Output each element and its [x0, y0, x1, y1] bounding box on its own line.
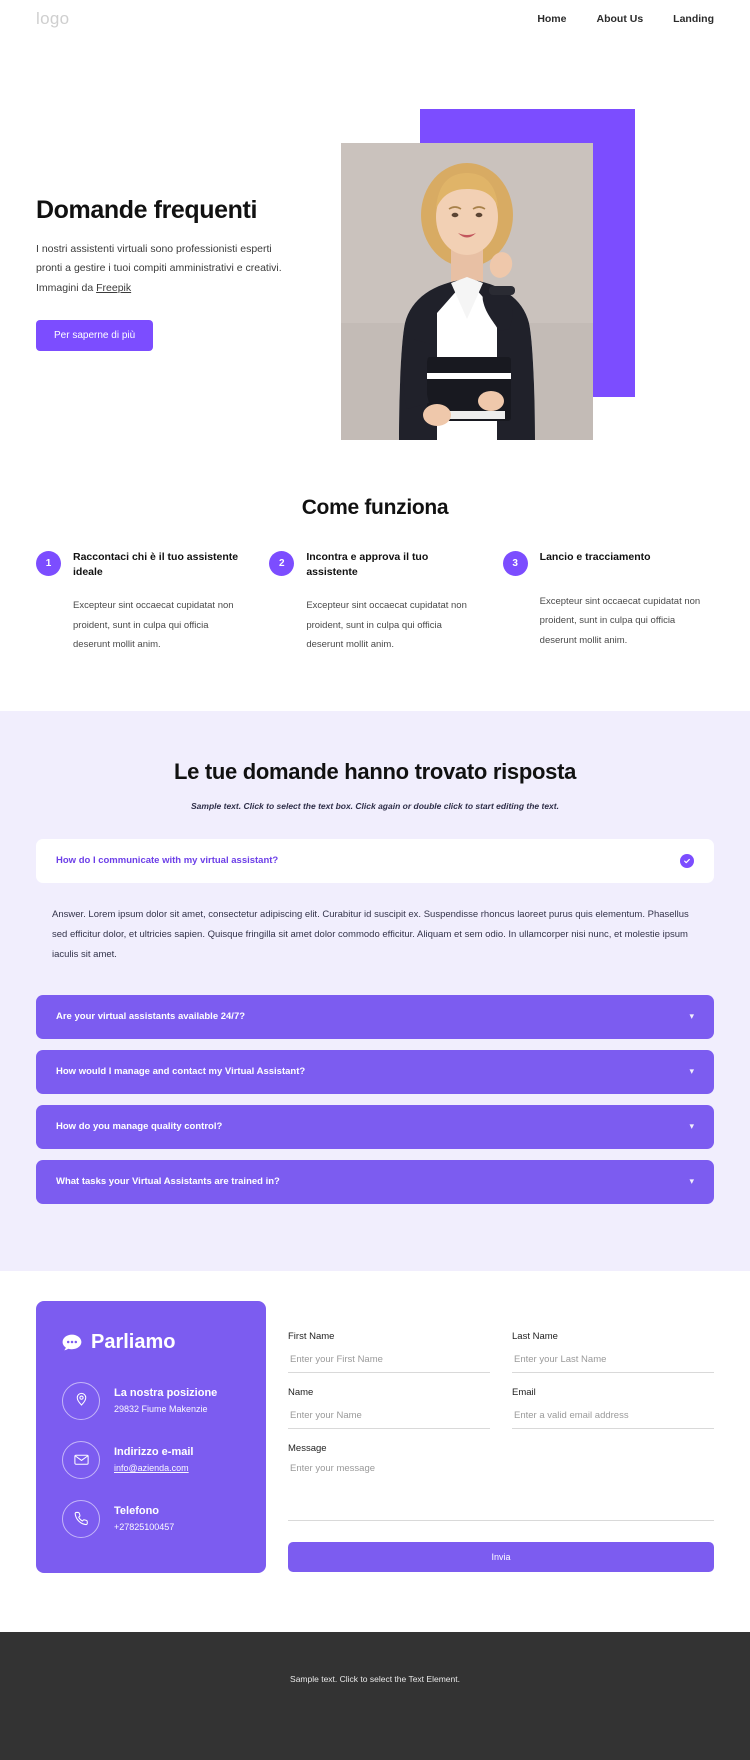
step-item: 3 Lancio e tracciamento Excepteur sint o…	[502, 550, 714, 655]
phone-icon	[62, 1499, 100, 1538]
step-item: 2 Incontra e approva il tuo assistente E…	[269, 550, 480, 655]
accordion-question: How do I communicate with my virtual ass…	[56, 855, 279, 867]
contact-info-title: Telefono	[114, 1505, 160, 1518]
chevron-down-icon[interactable]: ▾	[689, 1122, 694, 1131]
accordion-question: How would I manage and contact my Virtua…	[56, 1066, 306, 1078]
logo[interactable]: logo	[36, 9, 69, 29]
email-label: Email	[512, 1386, 536, 1398]
step-body: Excepteur sint occaecat cupidatat non pr…	[306, 600, 467, 651]
name-label: Name	[288, 1386, 314, 1398]
steps-list: 1 Raccontaci chi è il tuo assistente ide…	[36, 550, 714, 655]
accordion-item-open[interactable]: How do I communicate with my virtual ass…	[36, 838, 714, 883]
footer-text: Sample text. Click to select the Text El…	[290, 1674, 460, 1684]
contact-info-item: Indirizzo e-mail info@azienda.com	[62, 1440, 240, 1479]
step-title: Raccontaci chi è il tuo assistente ideal…	[73, 551, 239, 579]
contact-info-value: 29832 Fiume Makenzie	[114, 1404, 208, 1415]
learn-more-button[interactable]: Per saperne di più	[36, 320, 154, 352]
hero-text-block: Domande frequenti I nostri assistenti vi…	[36, 196, 306, 352]
step-number-badge: 1	[36, 551, 61, 576]
first-name-label: First Name	[288, 1330, 335, 1342]
contact-email-link[interactable]: info@azienda.com	[114, 1463, 193, 1473]
step-header: 3 Lancio e tracciamento	[502, 550, 714, 576]
step-title: Incontra e approva il tuo assistente	[306, 551, 429, 579]
how-it-works-section: Come funziona 1 Raccontaci chi è il tuo …	[0, 436, 750, 711]
accordion-item-closed[interactable]: What tasks your Virtual Assistants are t…	[36, 1159, 714, 1204]
hero-photo	[341, 143, 593, 440]
step-item: 1 Raccontaci chi è il tuo assistente ide…	[36, 550, 247, 655]
site-header: logo Home About Us Landing	[0, 0, 750, 38]
hero-paragraph: I nostri assistenti virtuali sono profes…	[36, 240, 306, 298]
step-header: 2 Incontra e approva il tuo assistente	[269, 550, 480, 580]
name-input[interactable]	[288, 1407, 490, 1429]
field-message: Message	[288, 1443, 714, 1526]
chat-bubble-icon	[62, 1334, 82, 1351]
nav-item-about-us[interactable]: About Us	[597, 13, 644, 25]
form-row: Name Email	[288, 1387, 714, 1429]
accordion-item-closed[interactable]: How would I manage and contact my Virtua…	[36, 1049, 714, 1094]
nav-item-home[interactable]: Home	[537, 13, 566, 25]
chevron-down-icon[interactable]: ▾	[689, 1012, 694, 1021]
contact-card-title-text: Parliamo	[91, 1330, 176, 1353]
step-body: Excepteur sint occaecat cupidatat non pr…	[539, 596, 701, 646]
first-name-input[interactable]	[288, 1351, 490, 1373]
hero-section: Domande frequenti I nostri assistenti vi…	[0, 38, 750, 440]
main-nav: Home About Us Landing	[537, 13, 714, 25]
hero-paragraph-line-1: I nostri assistenti virtuali sono profes…	[36, 243, 272, 255]
site-footer: Sample text. Click to select the Text El…	[0, 1632, 750, 1760]
field-email: Email	[512, 1387, 714, 1429]
hero-paragraph-line-2: pronti a gestire i tuoi compiti amminist…	[36, 262, 282, 275]
accordion-item-closed[interactable]: How do you manage quality control? ▾	[36, 1104, 714, 1149]
how-it-works-title: Come funziona	[301, 496, 449, 519]
form-row: First Name Last Name	[288, 1331, 714, 1373]
faq-section: Le tue domande hanno trovato risposta Sa…	[0, 710, 750, 1271]
contact-info-item: Telefono +27825100457	[62, 1499, 240, 1538]
faq-title: Le tue domande hanno trovato risposta	[173, 758, 577, 784]
message-label: Message	[288, 1442, 327, 1454]
submit-button[interactable]: Invia	[288, 1541, 714, 1572]
check-circle-icon[interactable]	[680, 853, 694, 868]
contact-info-title: Indirizzo e-mail	[114, 1446, 194, 1459]
freepik-link[interactable]: Freepik	[96, 282, 131, 294]
step-body: Excepteur sint occaecat cupidatat non pr…	[73, 600, 234, 651]
message-textarea[interactable]	[288, 1460, 714, 1521]
contact-form: First Name Last Name Name Email Message …	[288, 1301, 714, 1573]
step-title: Lancio e tracciamento	[539, 551, 651, 563]
contact-section: Parliamo La nostra posizione 29832 Fiume…	[0, 1270, 750, 1611]
step-number-badge: 2	[269, 551, 295, 576]
field-last-name: Last Name	[512, 1331, 714, 1373]
hero-credit-prefix: Immagini da	[36, 281, 97, 294]
accordion-question: How do you manage quality control?	[56, 1121, 223, 1133]
nav-item-landing[interactable]: Landing	[673, 13, 714, 25]
contact-info-item: La nostra posizione 29832 Fiume Makenzie	[62, 1381, 240, 1420]
step-number-badge: 3	[502, 551, 528, 576]
last-name-input[interactable]	[512, 1351, 714, 1373]
contact-info-title: La nostra posizione	[114, 1387, 218, 1400]
contact-card-title: Parliamo	[62, 1331, 240, 1354]
contact-info-card: Parliamo La nostra posizione 29832 Fiume…	[36, 1300, 266, 1573]
step-header: 1 Raccontaci chi è il tuo assistente ide…	[36, 550, 247, 580]
chevron-down-icon[interactable]: ▾	[689, 1067, 694, 1076]
field-name: Name	[288, 1387, 490, 1429]
field-first-name: First Name	[288, 1331, 490, 1373]
location-pin-icon	[62, 1381, 100, 1420]
page-title: Domande frequenti	[36, 196, 257, 224]
accordion-question: What tasks your Virtual Assistants are t…	[56, 1176, 280, 1188]
chevron-down-icon[interactable]: ▾	[689, 1177, 694, 1186]
accordion-answer: Answer. Lorem ipsum dolor sit amet, cons…	[52, 908, 689, 960]
accordion-question: Are your virtual assistants available 24…	[56, 1011, 246, 1023]
last-name-label: Last Name	[512, 1330, 558, 1342]
envelope-icon	[62, 1440, 100, 1479]
faq-subtitle: Sample text. Click to select the text bo…	[191, 800, 559, 811]
contact-info-value: +27825100457	[114, 1522, 175, 1533]
accordion-item-closed[interactable]: Are your virtual assistants available 24…	[36, 994, 714, 1039]
email-input[interactable]	[512, 1407, 714, 1429]
